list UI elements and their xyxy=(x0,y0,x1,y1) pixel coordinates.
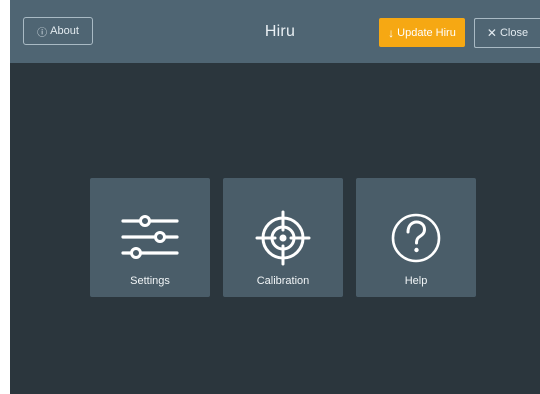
calibration-label: Calibration xyxy=(256,275,310,287)
calibration-tile[interactable]: Calibration xyxy=(223,178,343,297)
close-icon: ✕ xyxy=(486,26,497,40)
download-arrow-icon: ↓ xyxy=(388,25,395,40)
crosshair-icon xyxy=(255,210,311,266)
close-label: Close xyxy=(499,27,529,39)
help-tile[interactable]: Help xyxy=(356,178,476,297)
update-label: Update Hiru xyxy=(397,26,456,39)
sliders-icon xyxy=(121,215,179,259)
question-circle-icon xyxy=(391,213,441,263)
app-window: ⓘ About Hiru ↓ Update Hiru ✕ Close Setti… xyxy=(10,0,540,394)
info-circle-icon: ⓘ xyxy=(37,27,48,39)
help-label: Help xyxy=(404,275,428,287)
about-button[interactable]: ⓘ About xyxy=(23,17,93,45)
close-button[interactable]: ✕ Close xyxy=(474,18,540,48)
update-button[interactable]: ↓ Update Hiru xyxy=(379,18,465,47)
app-title: Hiru xyxy=(264,22,296,40)
top-bar: ⓘ About Hiru ↓ Update Hiru ✕ Close xyxy=(10,0,540,63)
settings-label: Settings xyxy=(130,275,170,287)
about-label: About xyxy=(50,25,79,37)
settings-tile[interactable]: Settings xyxy=(90,178,210,297)
